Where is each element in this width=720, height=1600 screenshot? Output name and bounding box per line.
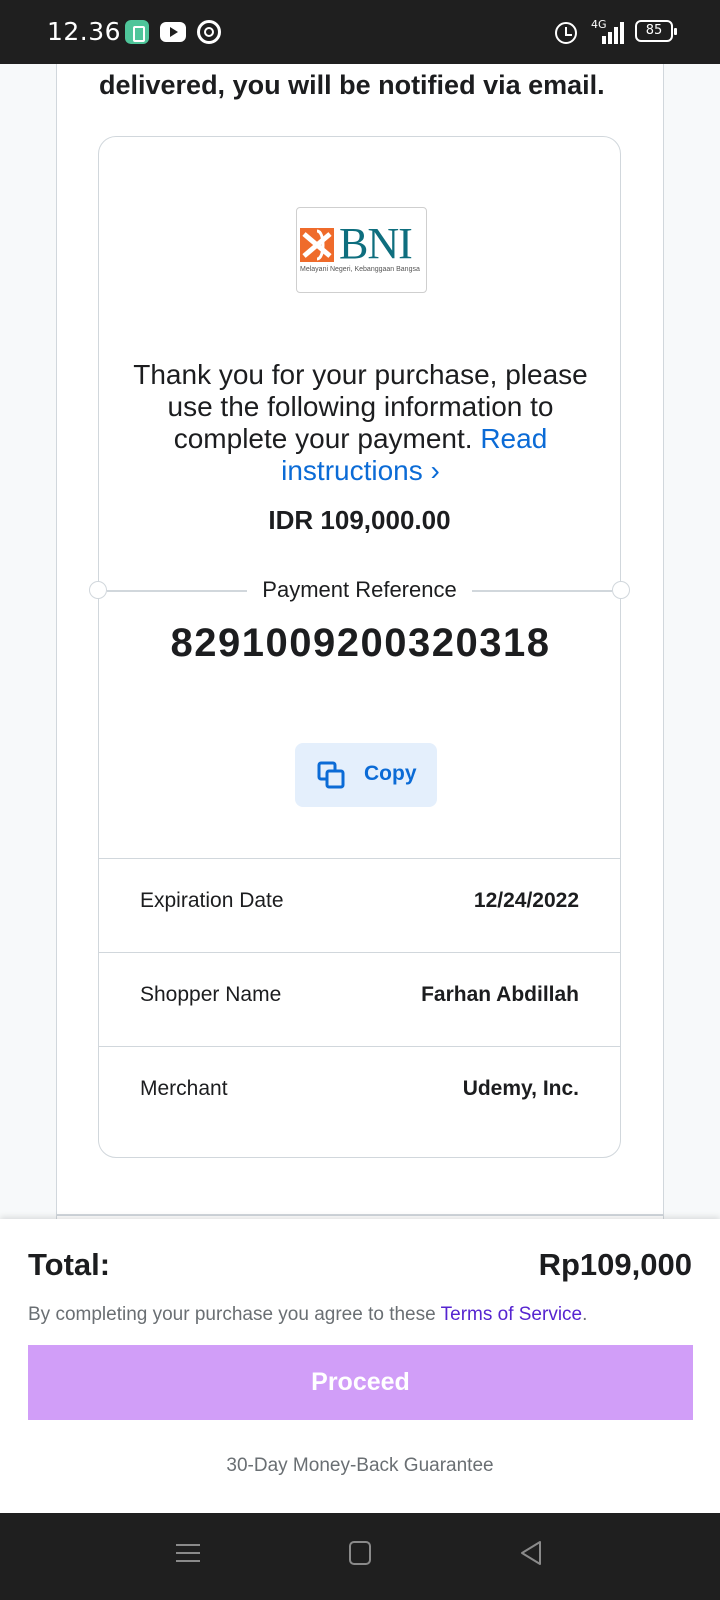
thanks-message: Thank you for your purchase, please use … <box>109 359 612 487</box>
menu-icon[interactable] <box>176 1541 200 1565</box>
copy-label: Copy <box>364 762 417 785</box>
terms-suffix: . <box>582 1304 588 1325</box>
system-nav-bar <box>0 1513 720 1600</box>
ticket-notch-right <box>612 581 630 599</box>
delivery-notice: delivered, you will be notified via emai… <box>99 70 605 100</box>
payment-amount: IDR 109,000.00 <box>268 505 451 535</box>
copy-button[interactable]: Copy <box>295 743 437 807</box>
total-label: Total: <box>28 1247 111 1282</box>
terms-text: By completing your purchase you agree to… <box>28 1304 441 1325</box>
payment-details: Expiration Date 12/24/2022 Shopper Name … <box>99 858 620 1140</box>
detail-value: 12/24/2022 <box>473 889 579 912</box>
total-value: Rp109,000 <box>538 1247 692 1282</box>
payment-reference-number: 8291009200320318 <box>170 621 551 665</box>
detail-value: Farhan Abdillah <box>421 983 579 1006</box>
terms-notice: By completing your purchase you agree to… <box>28 1304 587 1326</box>
divider <box>57 1214 663 1216</box>
status-bar: 12.36 4G 85 <box>0 0 720 64</box>
copy-icon <box>317 761 345 789</box>
signal-icon <box>598 22 624 44</box>
proceed-button[interactable]: Proceed <box>28 1345 693 1420</box>
bank-logo: BNI Melayani Negeri, Kebanggaan Bangsa <box>296 207 427 293</box>
detail-key: Expiration Date <box>140 889 284 912</box>
bank-logo-tagline: Melayani Negeri, Kebanggaan Bangsa <box>300 266 420 273</box>
youtube-icon <box>160 22 186 42</box>
detail-row-shopper: Shopper Name Farhan Abdillah <box>99 952 620 1046</box>
payment-card: BNI Melayani Negeri, Kebanggaan Bangsa T… <box>89 136 630 1158</box>
detail-row-merchant: Merchant Udemy, Inc. <box>99 1046 620 1140</box>
detail-value: Udemy, Inc. <box>462 1077 579 1100</box>
back-icon[interactable] <box>518 1540 544 1566</box>
battery-icon: 85 <box>635 20 677 42</box>
terms-of-service-link[interactable]: Terms of Service <box>441 1304 582 1325</box>
bni-logo-mark-icon <box>300 228 334 262</box>
detail-row-expiration: Expiration Date 12/24/2022 <box>99 858 620 952</box>
app-icon <box>125 20 149 44</box>
detail-key: Shopper Name <box>140 983 282 1006</box>
chrome-icon <box>197 20 221 44</box>
divider <box>472 590 612 592</box>
bank-logo-word: BNI <box>339 219 413 268</box>
home-icon[interactable] <box>349 1541 371 1565</box>
money-back-guarantee: 30-Day Money-Back Guarantee <box>226 1455 494 1476</box>
alarm-icon <box>555 22 577 44</box>
payment-reference-header: Payment Reference <box>89 575 630 605</box>
status-time: 12.36 <box>47 17 122 46</box>
detail-key: Merchant <box>140 1077 228 1100</box>
checkout-bar: Total: Rp109,000 By completing your purc… <box>0 1219 720 1513</box>
